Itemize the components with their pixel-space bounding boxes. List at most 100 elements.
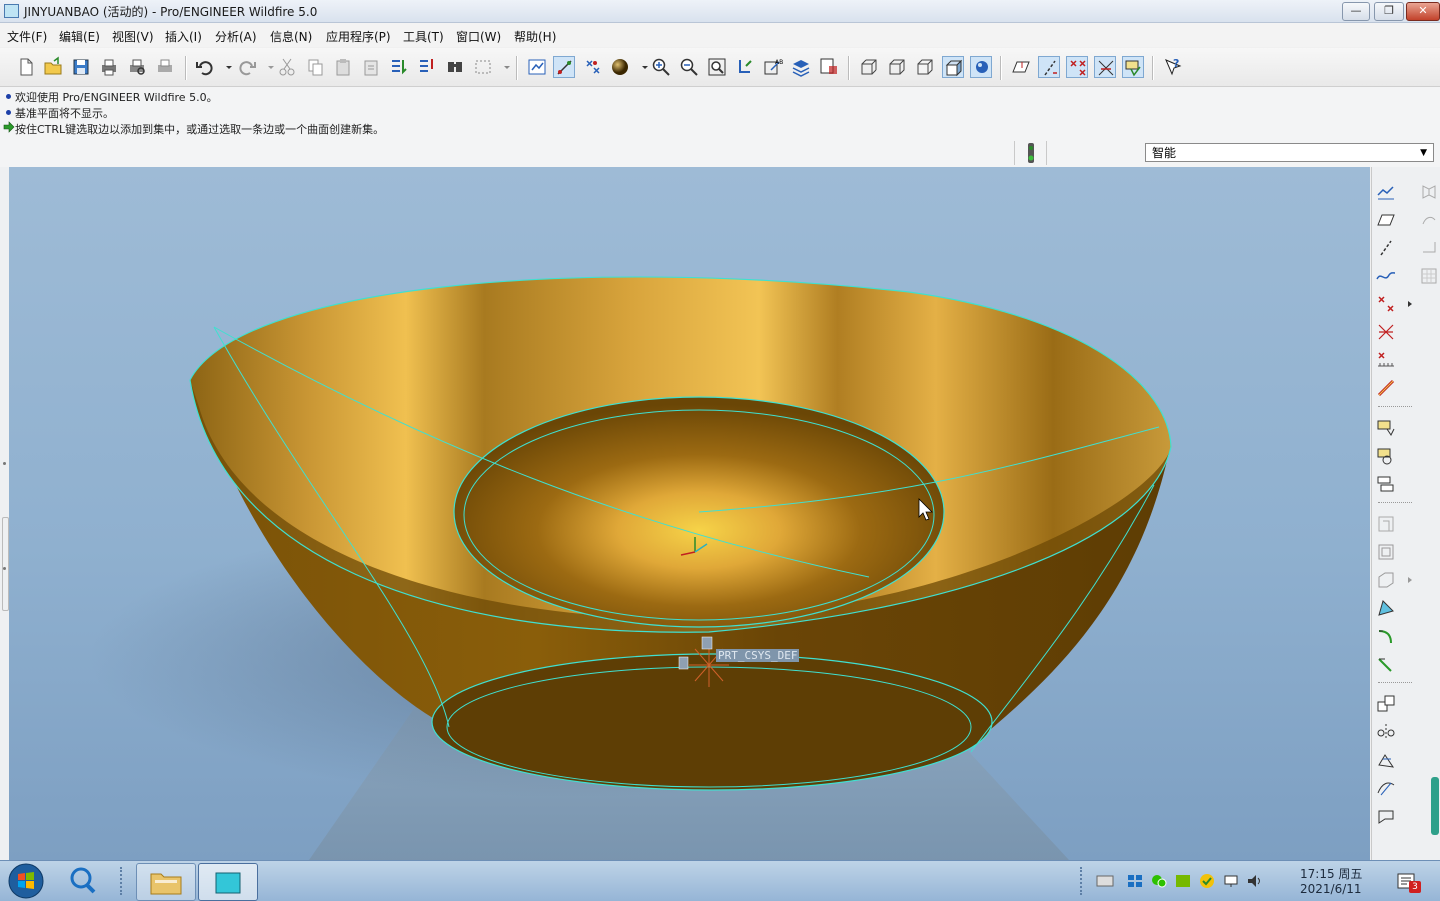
no-hidden-icon[interactable] [914,56,936,78]
revolve-icon[interactable] [1375,445,1397,467]
shading-dropdown-icon[interactable] [634,56,648,78]
coordinate-system-tool-icon[interactable] [1094,56,1116,78]
right-scrollbar-thumb[interactable] [1431,777,1439,835]
menu-file[interactable]: 文件(F) [7,28,47,45]
left-sash[interactable] [0,167,9,860]
annotation-display-icon[interactable] [1122,56,1144,78]
regenerate-icon[interactable] [388,56,410,78]
sweep-icon[interactable] [1375,473,1397,495]
tray-grip[interactable] [1080,867,1086,895]
find-icon[interactable] [444,56,466,78]
axis-icon[interactable] [1375,237,1397,259]
menu-window[interactable]: 窗口(W) [456,28,501,45]
curve-icon[interactable] [1375,265,1397,287]
windows-tray-icon[interactable] [1126,873,1144,889]
datum-plane-display-icon[interactable] [526,56,548,78]
nvidia-icon[interactable] [1174,873,1192,889]
draft-icon[interactable] [1375,597,1397,619]
redo-dropdown-icon[interactable] [260,56,274,78]
copy-icon[interactable] [304,56,326,78]
taskbar-item-explorer[interactable] [136,863,196,901]
graphics-viewport[interactable]: PRT_CSYS_DEF [9,167,1370,860]
shell-icon[interactable] [1375,541,1397,563]
menu-applications[interactable]: 应用程序(P) [326,28,391,45]
datum-plane-tool-icon[interactable] [1010,56,1032,78]
redo-icon[interactable] [236,56,258,78]
chamfer-icon[interactable] [1375,653,1397,675]
menu-help[interactable]: 帮助(H) [514,28,556,45]
undo-dropdown-icon[interactable] [218,56,232,78]
shading-icon[interactable] [609,56,631,78]
wireframe-icon[interactable] [858,56,880,78]
mirror-icon[interactable] [1375,721,1397,743]
extend-icon[interactable] [1375,805,1397,827]
search-icon[interactable] [66,864,100,898]
point-flyout-icon[interactable] [1399,293,1412,315]
menu-view[interactable]: 视图(V) [112,28,154,45]
shell-disabled-icon[interactable] [1418,237,1440,259]
grid-disabled-icon[interactable] [1418,265,1440,287]
undo-icon[interactable] [194,56,216,78]
select-dropdown-icon[interactable] [496,56,510,78]
csys-icon[interactable] [1375,321,1397,343]
clock-time[interactable]: 17:15 周五 [1300,865,1362,882]
maximize-button[interactable]: ❐ [1374,2,1404,21]
close-button[interactable]: ✕ [1406,2,1440,21]
wechat-icon[interactable] [1150,873,1168,889]
extrude-icon[interactable] [1375,417,1397,439]
menu-tools[interactable]: 工具(T) [403,28,444,45]
menu-edit[interactable]: 编辑(E) [59,28,100,45]
layers-icon[interactable] [790,56,812,78]
open-folder-icon[interactable] [42,56,64,78]
plane-icon[interactable] [1375,209,1397,231]
menu-info[interactable]: 信息(N) [270,28,312,45]
save-icon[interactable] [70,56,92,78]
clock-date[interactable]: 2021/6/11 [1300,882,1362,896]
context-help-icon[interactable]: ? [1162,56,1184,78]
print-icon[interactable] [98,56,120,78]
zoom-in-icon[interactable] [650,56,672,78]
rib-icon[interactable] [1375,569,1397,591]
pattern-icon[interactable] [1375,693,1397,715]
minimize-button[interactable]: — [1342,2,1370,21]
hole-disabled-icon[interactable] [1375,513,1397,535]
taskbar-grip[interactable] [120,867,126,895]
new-file-icon[interactable] [15,56,37,78]
datum-axis-display-icon[interactable] [553,56,575,78]
paste-special-icon[interactable] [360,56,382,78]
trim-icon[interactable] [1375,777,1397,799]
saved-views-icon[interactable]: AB [762,56,784,78]
quick-print-icon[interactable] [154,56,176,78]
select-box-icon[interactable] [472,56,494,78]
datum-point-tool-icon[interactable] [1066,56,1088,78]
paste-icon[interactable] [332,56,354,78]
security-tray-icon[interactable] [1198,873,1216,889]
volume-icon[interactable] [1246,873,1264,889]
rib-flyout-icon[interactable] [1399,569,1412,591]
cut-icon[interactable] [276,56,298,78]
point-icon[interactable] [1375,293,1397,315]
datum-point-display-icon[interactable] [582,56,604,78]
selection-filter-dropdown[interactable]: 智能 ▼ [1145,143,1434,162]
view-manager-icon[interactable] [818,56,840,78]
round-icon[interactable] [1375,625,1397,647]
menu-insert[interactable]: 插入(I) [165,28,202,45]
enhanced-realism-icon[interactable] [970,56,992,78]
menu-analysis[interactable]: 分析(A) [215,28,257,45]
start-button-icon[interactable] [6,862,46,900]
reorient-icon[interactable] [734,56,756,78]
refit-icon[interactable] [706,56,728,78]
analysis-feature-icon[interactable] [1375,349,1397,371]
regen-manager-icon[interactable] [416,56,438,78]
ingot-model[interactable] [9,167,1370,860]
datum-pattern-icon[interactable] [1375,377,1397,399]
datum-axis-tool-icon[interactable] [1038,56,1060,78]
taskbar-item-proe[interactable] [198,863,258,901]
merge-icon[interactable] [1375,749,1397,771]
zoom-out-icon[interactable] [678,56,700,78]
network-icon[interactable] [1222,873,1240,889]
shaded-display-icon[interactable] [942,56,964,78]
hidden-line-icon[interactable] [886,56,908,78]
keyboard-icon[interactable] [1096,873,1114,889]
print-preview-icon[interactable] [126,56,148,78]
